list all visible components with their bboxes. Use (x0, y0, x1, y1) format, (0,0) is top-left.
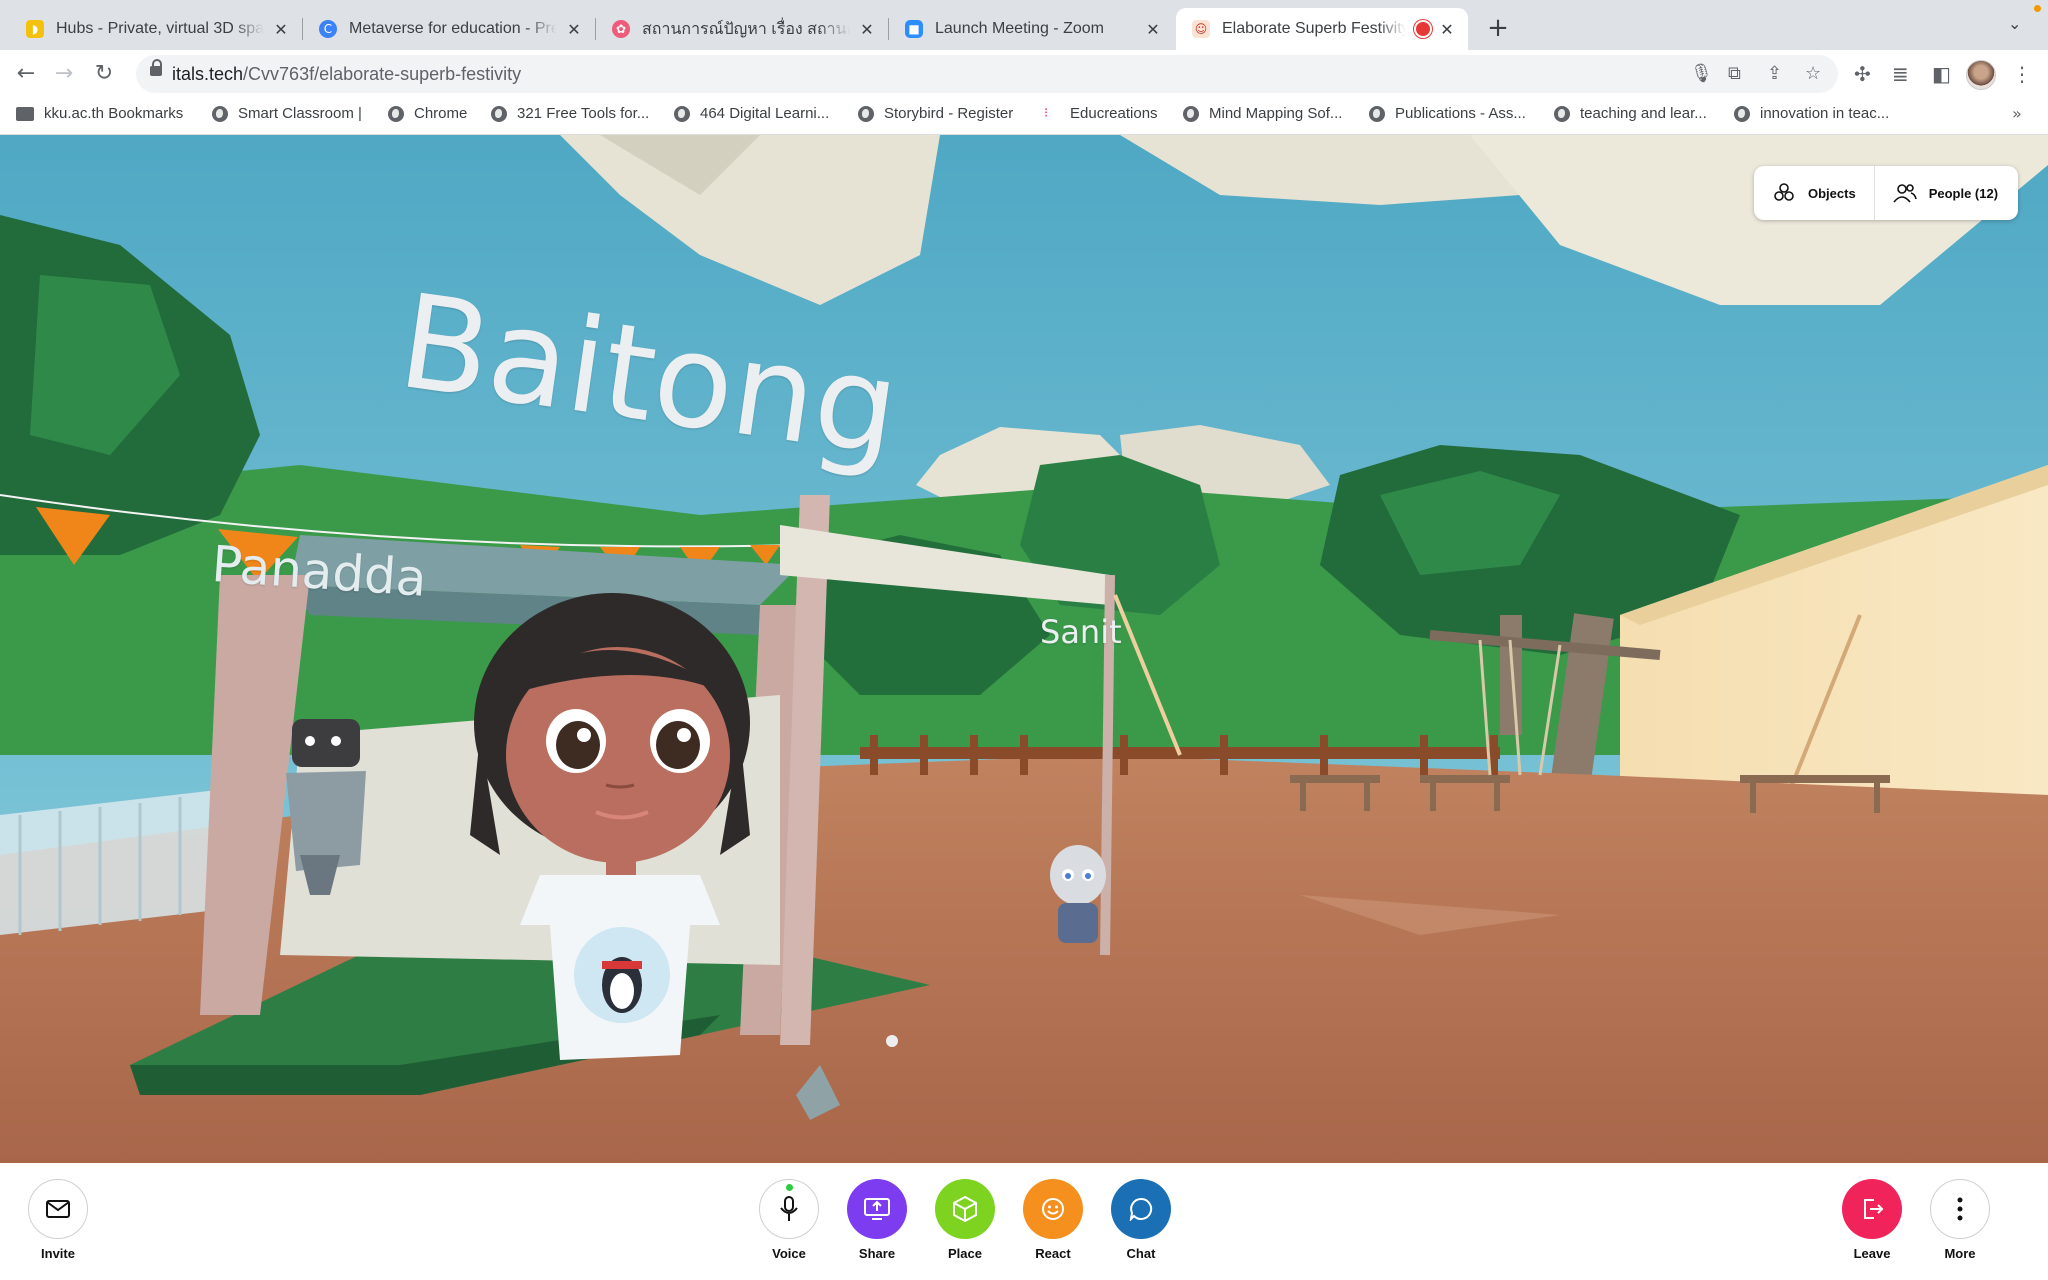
people-button[interactable]: People (12) (1873, 166, 2016, 220)
kebab-menu-icon (1957, 1197, 1963, 1221)
bookmark-item[interactable]: 321 Free Tools for... (491, 105, 649, 122)
place-label: Place (948, 1246, 982, 1261)
globe-icon (1369, 105, 1385, 122)
mail-icon (46, 1200, 70, 1218)
screen-share-icon (864, 1198, 890, 1220)
globe-icon (1734, 105, 1750, 122)
tab-strip: ◗ Hubs - Private, virtual 3D spaces ✕ C … (0, 0, 2048, 50)
objects-icon (1774, 183, 1794, 201)
chat-bubble-icon (1129, 1197, 1153, 1221)
open-external-icon[interactable]: ⧉ (1728, 63, 1741, 84)
place-button[interactable] (935, 1179, 995, 1239)
voice-active-indicator (786, 1184, 793, 1191)
leave-label: Leave (1853, 1246, 1891, 1261)
recording-icon (1416, 22, 1430, 36)
bookmark-item[interactable]: ⁝ Educreations (1044, 105, 1158, 122)
chat-label: Chat (1126, 1246, 1156, 1261)
media-controls-icon[interactable]: ≣ (1892, 62, 1909, 86)
people-icon (1893, 184, 1917, 203)
3d-scene-viewport[interactable]: Baitong Panadda Sanit (0, 135, 2048, 1163)
bookmark-folder[interactable]: kku.ac.th Bookmarks (16, 105, 183, 122)
microphone-icon (780, 1196, 798, 1221)
zoom-icon: ■ (905, 20, 923, 38)
browser-toolbar: ← → ↻ itals.tech/Cvv763f/elaborate-super… (0, 50, 2048, 98)
share-button[interactable] (847, 1179, 907, 1239)
invite-label: Invite (41, 1246, 75, 1261)
bookmark-item[interactable]: Storybird - Register (858, 105, 1013, 122)
hubs-avatar-icon: ☺ (1192, 20, 1210, 38)
side-panel-icon[interactable]: ◧ (1932, 62, 1951, 86)
folder-icon (16, 106, 34, 121)
kebab-menu-icon[interactable]: ⋮ (2012, 62, 2032, 86)
bookmark-item[interactable]: Smart Classroom | (212, 105, 362, 122)
forward-button[interactable]: → (50, 60, 78, 88)
new-tab-button[interactable]: + (1482, 12, 1514, 44)
tab-zoom[interactable]: ■ Launch Meeting - Zoom ✕ (889, 8, 1174, 50)
microphone-icon[interactable]: 🎙︎ (1690, 63, 1713, 84)
hubs-duck-icon: ◗ (26, 20, 44, 38)
room-toolbar (0, 1163, 2048, 1280)
globe-icon (212, 105, 228, 122)
close-icon[interactable]: ✕ (1438, 20, 1456, 39)
globe-icon (388, 105, 404, 122)
reload-button[interactable]: ↻ (90, 60, 118, 88)
bookmark-item[interactable]: innovation in teac... (1734, 105, 1889, 122)
globe-icon (674, 105, 690, 122)
more-label: More (1944, 1246, 1976, 1261)
close-icon[interactable]: ✕ (858, 20, 876, 39)
react-button[interactable] (1023, 1179, 1083, 1239)
share-label: Share (858, 1246, 896, 1261)
globe-icon (1183, 105, 1199, 122)
back-button[interactable]: ← (12, 60, 40, 88)
close-icon[interactable]: ✕ (565, 20, 583, 39)
lock-icon[interactable] (150, 59, 162, 76)
scene-illustration (0, 135, 2048, 1163)
smiley-icon (1042, 1198, 1064, 1220)
tab-metaverse[interactable]: C Metaverse for education - Presentation… (303, 8, 595, 50)
leave-button[interactable] (1842, 1179, 1902, 1239)
extensions-icon[interactable]: ✣ (1854, 62, 1871, 86)
chevron-down-icon[interactable]: ⌄ (2008, 14, 2021, 33)
url-text[interactable]: itals.tech/Cvv763f/elaborate-superb-fest… (172, 64, 521, 85)
share-icon[interactable]: ⇪ (1767, 63, 1782, 84)
bookmarks-bar: kku.ac.th Bookmarks Smart Classroom | Ch… (0, 98, 2048, 135)
canva-icon: C (319, 20, 337, 38)
react-label: React (1035, 1246, 1071, 1261)
educreations-icon: ⁝ (1044, 105, 1049, 121)
bookmark-item[interactable]: teaching and lear... (1554, 105, 1707, 122)
globe-icon (1554, 105, 1570, 122)
bookmark-item[interactable]: 464 Digital Learni... (674, 105, 829, 122)
close-icon[interactable]: ✕ (272, 20, 290, 39)
address-bar[interactable]: itals.tech/Cvv763f/elaborate-superb-fest… (136, 55, 1838, 93)
exit-icon (1864, 1199, 1884, 1219)
star-icon[interactable]: ☆ (1805, 63, 1821, 84)
close-icon[interactable]: ✕ (1144, 20, 1162, 39)
invite-button[interactable] (28, 1179, 88, 1239)
tab-hubs[interactable]: ◗ Hubs - Private, virtual 3D spaces ✕ (10, 8, 302, 50)
voice-label: Voice (772, 1246, 806, 1261)
bookmark-item[interactable]: Chrome (388, 105, 467, 122)
bookmark-item[interactable]: Publications - Ass... (1369, 105, 1526, 122)
cube-icon (953, 1196, 977, 1222)
update-indicator (2034, 5, 2041, 12)
bookmarks-overflow-button[interactable]: » (2012, 104, 2022, 123)
objects-button[interactable]: Objects (1754, 166, 1874, 220)
profile-avatar[interactable] (1966, 60, 1996, 90)
globe-icon (491, 105, 507, 122)
brain-icon: ✿ (612, 20, 630, 38)
scene-hud: Objects People (12) (1754, 166, 2018, 220)
tab-festivity[interactable]: ☺ Elaborate Superb Festivity ✕ (1176, 8, 1468, 50)
more-button[interactable] (1930, 1179, 1990, 1239)
tab-situation[interactable]: ✿ สถานการณ์ปัญหา เรื่อง สถานการณ์ ✕ (596, 8, 888, 50)
bookmark-item[interactable]: Mind Mapping Sof... (1183, 105, 1342, 122)
avatar-name-tag: Sanit (1040, 613, 1122, 651)
globe-icon (858, 105, 874, 122)
chat-button[interactable] (1111, 1179, 1171, 1239)
